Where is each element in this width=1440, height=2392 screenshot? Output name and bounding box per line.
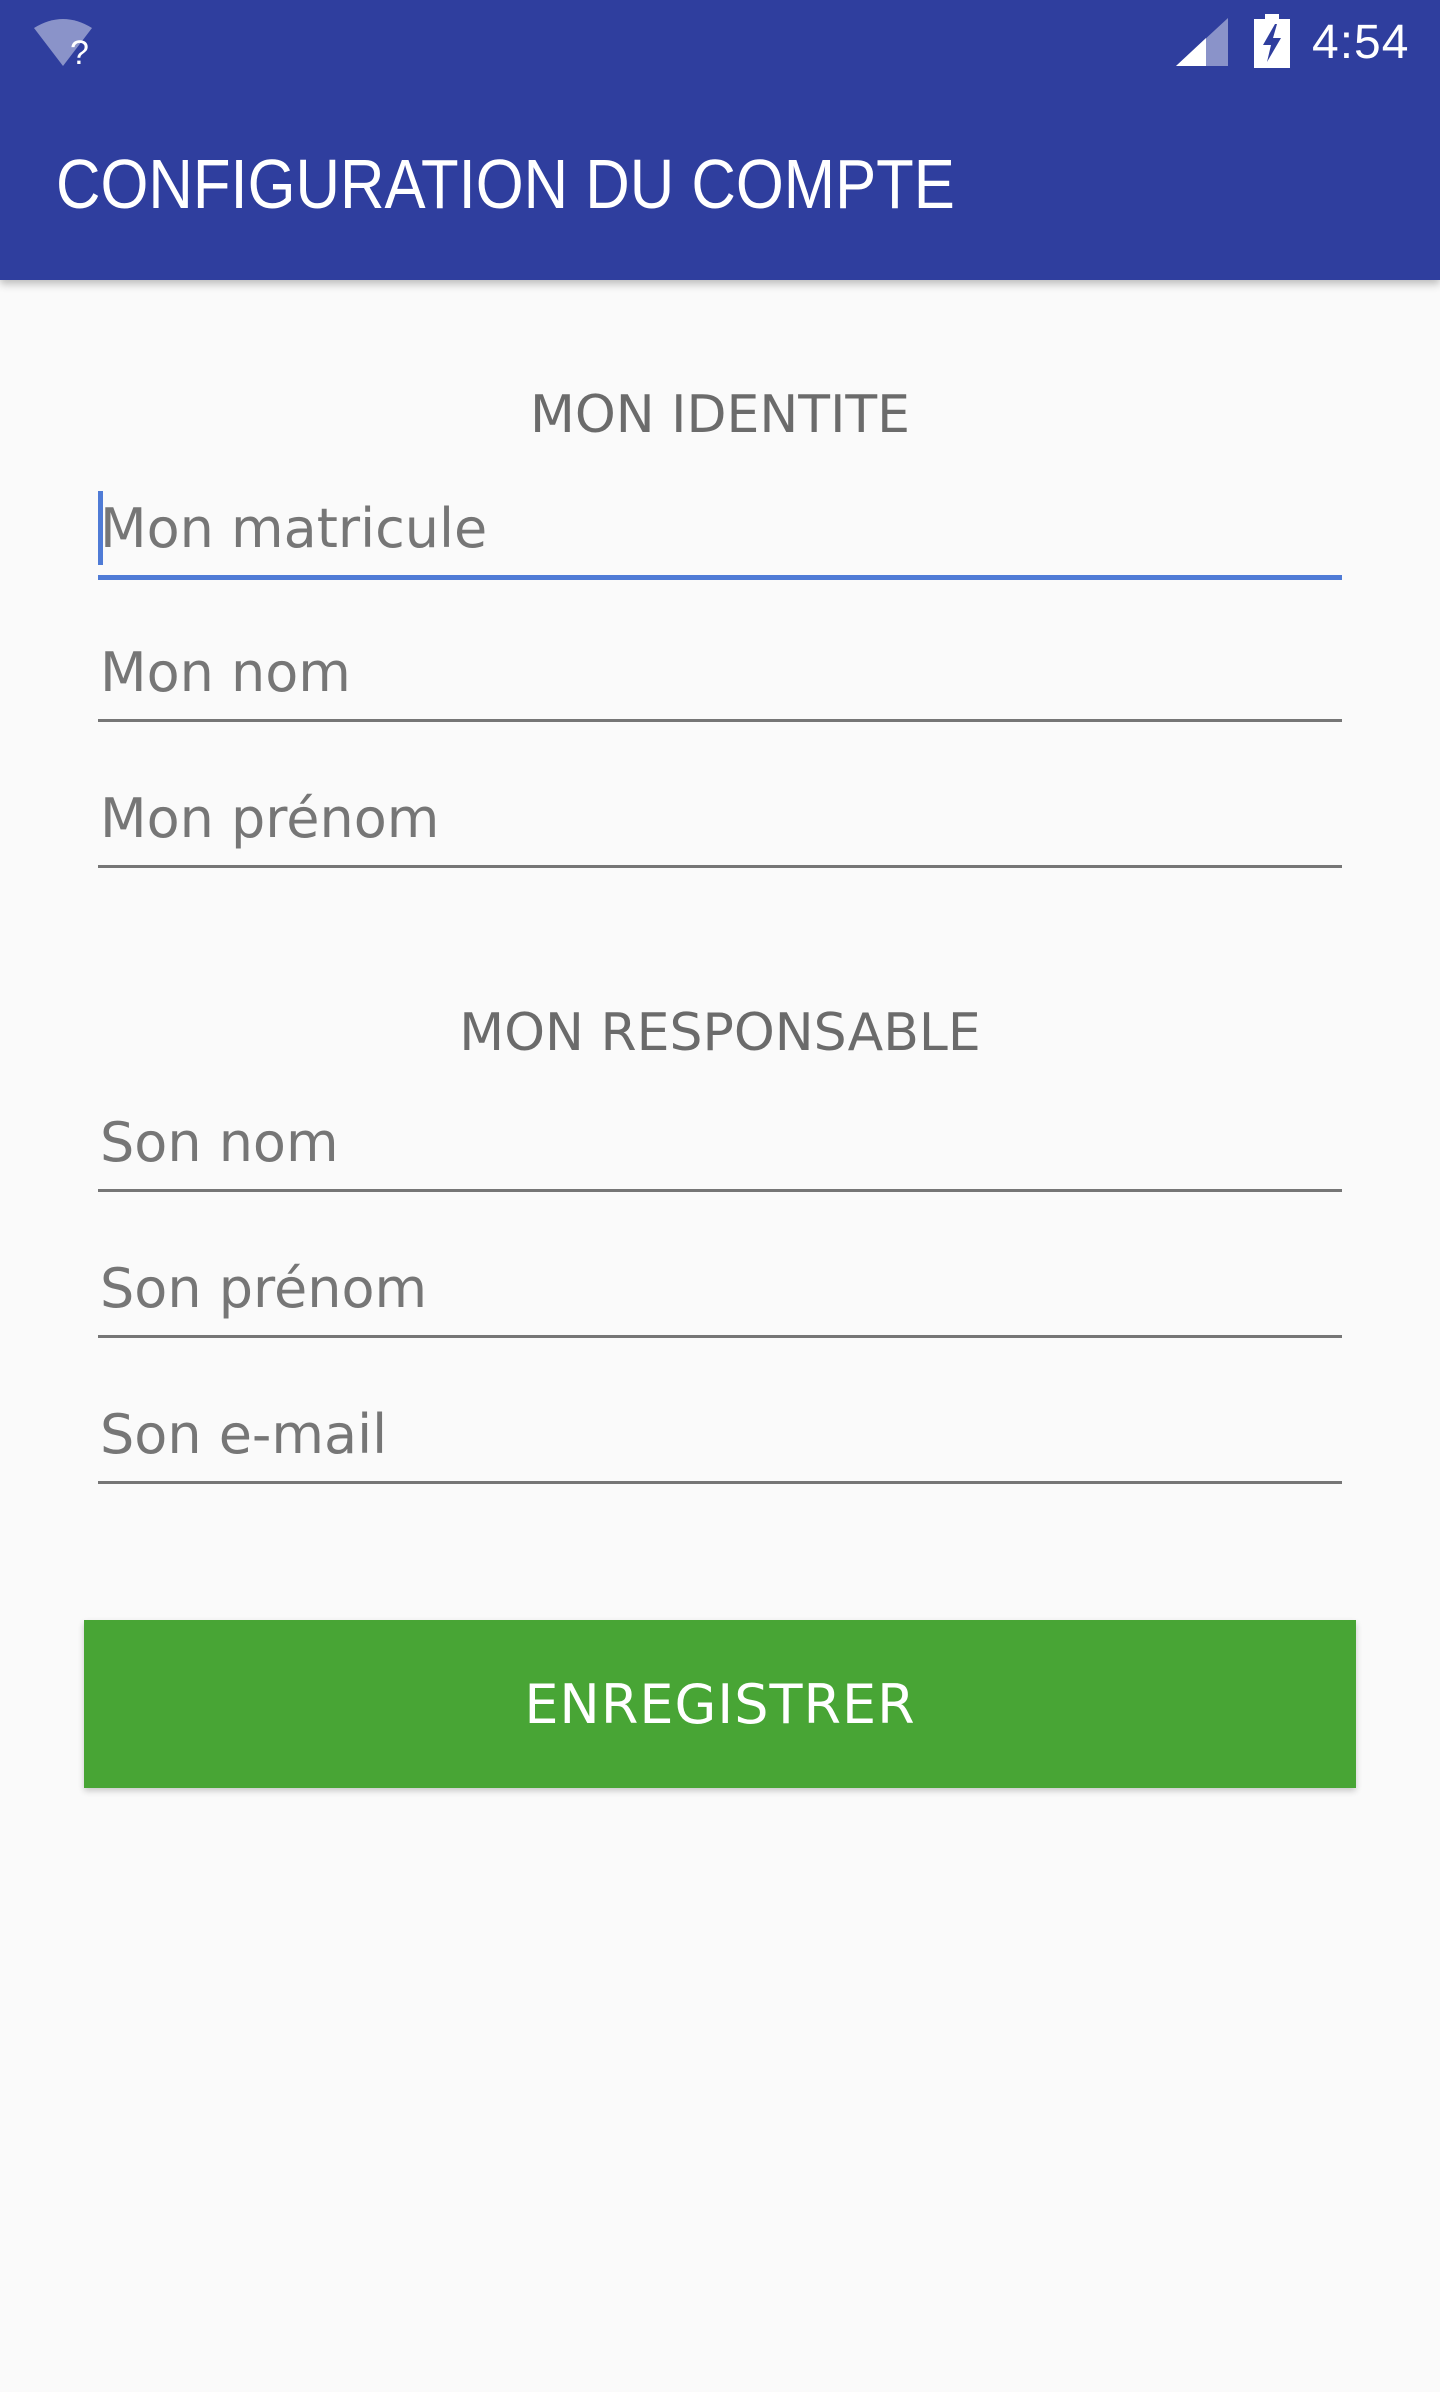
matricule-placeholder: Mon matricule <box>100 497 488 560</box>
signal-icon <box>1176 18 1228 66</box>
first-name-placeholder: Mon prénom <box>100 787 440 850</box>
battery-charging-icon <box>1254 14 1290 68</box>
app-bar: ? 4:54 CONFIGURATION DU COMPTE <box>0 0 1440 280</box>
manager-first-name-field[interactable]: Son prénom <box>98 1242 1342 1338</box>
last-name-field[interactable]: Mon nom <box>98 626 1342 722</box>
app-title: CONFIGURATION DU COMPTE <box>56 145 955 223</box>
manager-email-placeholder: Son e-mail <box>100 1403 388 1466</box>
save-button-label: ENREGISTRER <box>524 1672 916 1736</box>
wifi-unknown-icon: ? <box>34 19 92 68</box>
manager-last-name-placeholder: Son nom <box>100 1111 339 1174</box>
last-name-placeholder: Mon nom <box>100 641 351 704</box>
status-bar: ? 4:54 <box>0 0 1440 84</box>
svg-text:?: ? <box>70 34 89 68</box>
manager-email-field[interactable]: Son e-mail <box>98 1388 1342 1484</box>
matricule-field[interactable]: Mon matricule <box>98 484 1342 580</box>
identity-section-title: MON IDENTITE <box>529 385 911 445</box>
manager-last-name-field[interactable]: Son nom <box>98 1096 1342 1192</box>
manager-section-title: MON RESPONSABLE <box>459 1003 981 1063</box>
save-button[interactable]: ENREGISTRER <box>84 1620 1356 1788</box>
status-time: 4:54 <box>1312 16 1410 69</box>
first-name-field[interactable]: Mon prénom <box>98 772 1342 868</box>
manager-first-name-placeholder: Son prénom <box>100 1257 428 1320</box>
